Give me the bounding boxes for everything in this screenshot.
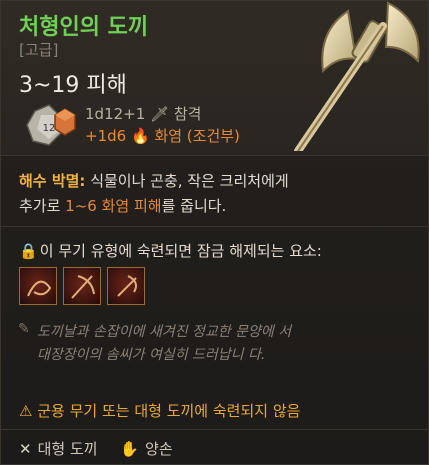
effect-damage-highlight: 1~6 화염 피해 <box>65 197 162 215</box>
damage-base-line: 1d12+1 🗡 참격 <box>85 103 201 124</box>
divider <box>1 155 428 156</box>
slashing-icon: 🗡 <box>150 105 170 123</box>
item-name: 처형인의 도끼 <box>19 15 149 40</box>
lore-icon: ✎ <box>18 321 30 337</box>
swirl-slash-icon <box>27 280 52 297</box>
unlock-header: 🔒 이 무기 유형에 숙련되면 잠금 해제되는 요소: <box>19 240 322 261</box>
property-item: ✋ 양손 <box>120 438 172 459</box>
item-tooltip: 처형인의 도끼 [고급] 3~19 피해 12 1d12+1 🗡 참격 +1d6… <box>0 0 429 465</box>
fire-icon: 🔥 <box>130 127 150 145</box>
hand-icon: ✋ <box>120 439 140 458</box>
effect-text-2-pre: 추가로 <box>19 197 66 215</box>
weapon-action-3[interactable] <box>107 267 145 305</box>
effect-text: 해수 박멸: 식물이나 곤충, 작은 크리처에게 추가로 1~6 화염 피해를 … <box>19 169 399 219</box>
damage-base-type: 참격 <box>173 105 202 123</box>
weapon-action-1[interactable] <box>19 267 57 305</box>
cleave-icon <box>71 275 95 299</box>
dice-icon: 12 <box>26 104 76 146</box>
dice-number: 12 <box>43 123 56 134</box>
weapon-properties: ✕ 대형 도끼 ✋ 양손 <box>19 438 191 459</box>
unlock-label: 이 무기 유형에 숙련되면 잠금 해제되는 요소: <box>39 242 322 260</box>
warning-icon: ⚠ <box>19 402 33 420</box>
axe-illustration <box>294 1 420 151</box>
proficiency-warning: ⚠ 군용 무기 또는 대형 도끼에 숙련되지 않음 <box>19 400 300 421</box>
damage-bonus-line: +1d6 🔥 화염 (조건부) <box>85 125 240 146</box>
crossed-axes-icon: ✕ <box>19 439 32 458</box>
property-label: 양손 <box>145 440 173 458</box>
effect-text-1: 식물이나 곤충, 작은 크리처에게 <box>85 172 289 190</box>
damage-bonus: +1d6 <box>85 127 127 145</box>
divider <box>1 226 428 227</box>
weapon-action-2[interactable] <box>63 267 101 305</box>
warning-text: 군용 무기 또는 대형 도끼에 숙련되지 않음 <box>37 402 301 420</box>
property-item: ✕ 대형 도끼 <box>19 438 98 459</box>
damage-base: 1d12+1 <box>85 105 146 123</box>
lore-text: 도끼날과 손잡이에 새겨진 정교한 문양에 서 대장장이의 솜씨가 여실히 드러… <box>37 324 292 363</box>
effect-keyword: 해수 박멸: <box>19 172 86 190</box>
damage-range: 3~19 피해 <box>19 73 127 98</box>
axe-strike-icon <box>117 275 137 297</box>
tooltip-header: 처형인의 도끼 [고급] 3~19 피해 12 1d12+1 🗡 참격 +1d6… <box>1 1 428 155</box>
property-label: 대형 도끼 <box>37 440 98 458</box>
effect-text-2-post: 를 줍니다. <box>161 197 227 215</box>
divider <box>1 429 428 430</box>
damage-bonus-type: 화염 (조건부) <box>154 127 240 145</box>
lock-icon: 🔒 <box>19 242 38 260</box>
item-rarity: [고급] <box>19 41 59 59</box>
